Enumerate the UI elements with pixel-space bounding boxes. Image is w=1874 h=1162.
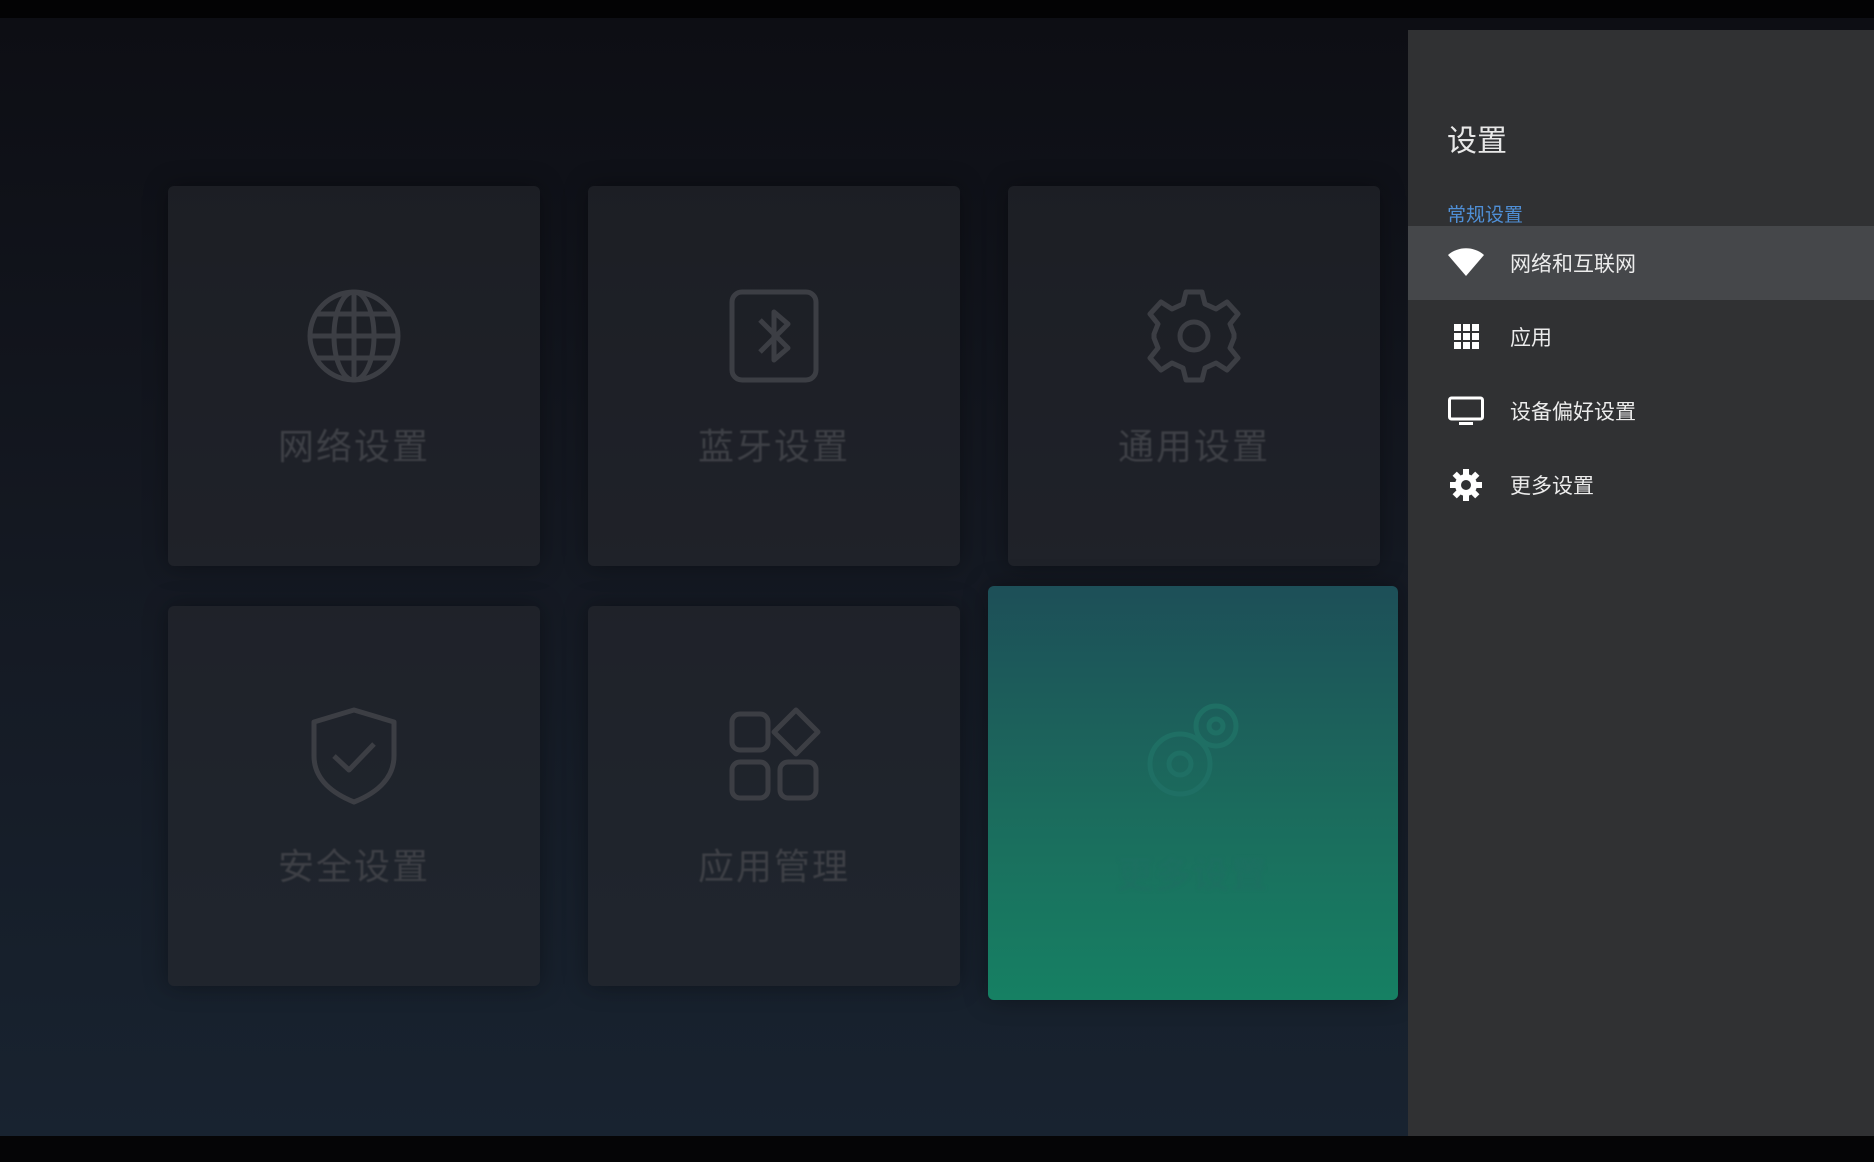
tile-label: 安全设置	[277, 847, 430, 888]
bottom-letterbox	[0, 1136, 1874, 1162]
wifi-icon	[1448, 248, 1484, 276]
menu-item-apps[interactable]: 应用	[1408, 300, 1874, 374]
shield-check-icon	[311, 707, 397, 805]
tile-network-settings[interactable]: 网络设置	[168, 186, 540, 566]
tile-bluetooth-settings[interactable]: 蓝牙设置	[588, 186, 960, 566]
menu-item-network[interactable]: 网络和互联网	[1408, 226, 1874, 300]
tv-icon	[1448, 396, 1484, 425]
settings-panel: 设置 常规设置 网络和互联网 应用 设备偏好设置 更多设置	[1408, 30, 1874, 1136]
tile-more-settings[interactable]: 更多设置	[988, 586, 1398, 1000]
tile-app-management[interactable]: 应用管理	[588, 606, 960, 986]
bluetooth-icon	[729, 289, 819, 383]
background-screen: 网络设置 蓝牙设置 通用设置 安全设置 应用管理 更多设置 设置 常规设置 网络…	[0, 18, 1874, 1136]
tile-label: 通用设置	[1117, 427, 1270, 468]
apps-grid-icon	[729, 707, 821, 801]
tile-label: 蓝牙设置	[697, 427, 850, 468]
menu-item-device-preferences[interactable]: 设备偏好设置	[1408, 374, 1874, 448]
section-title: 常规设置	[1447, 204, 1524, 226]
menu-item-label: 应用	[1510, 326, 1552, 350]
globe-icon	[307, 289, 401, 383]
menu-item-label: 更多设置	[1510, 474, 1594, 498]
apps-grid-icon	[1454, 324, 1479, 349]
tile-security-settings[interactable]: 安全设置	[168, 606, 540, 986]
tile-general-settings[interactable]: 通用设置	[1008, 186, 1380, 566]
tile-label: 应用管理	[697, 847, 850, 888]
menu-item-label: 网络和互联网	[1510, 252, 1636, 276]
gear-icon	[1450, 469, 1482, 501]
gears-icon	[1147, 703, 1239, 797]
top-letterbox	[0, 0, 1874, 18]
tile-label: 更多设置	[1116, 855, 1269, 896]
panel-title: 设置	[1447, 124, 1507, 159]
gear-icon	[1147, 289, 1241, 383]
menu-item-label: 设备偏好设置	[1510, 400, 1636, 424]
menu-item-more-settings[interactable]: 更多设置	[1408, 448, 1874, 522]
tile-label: 网络设置	[277, 427, 430, 468]
